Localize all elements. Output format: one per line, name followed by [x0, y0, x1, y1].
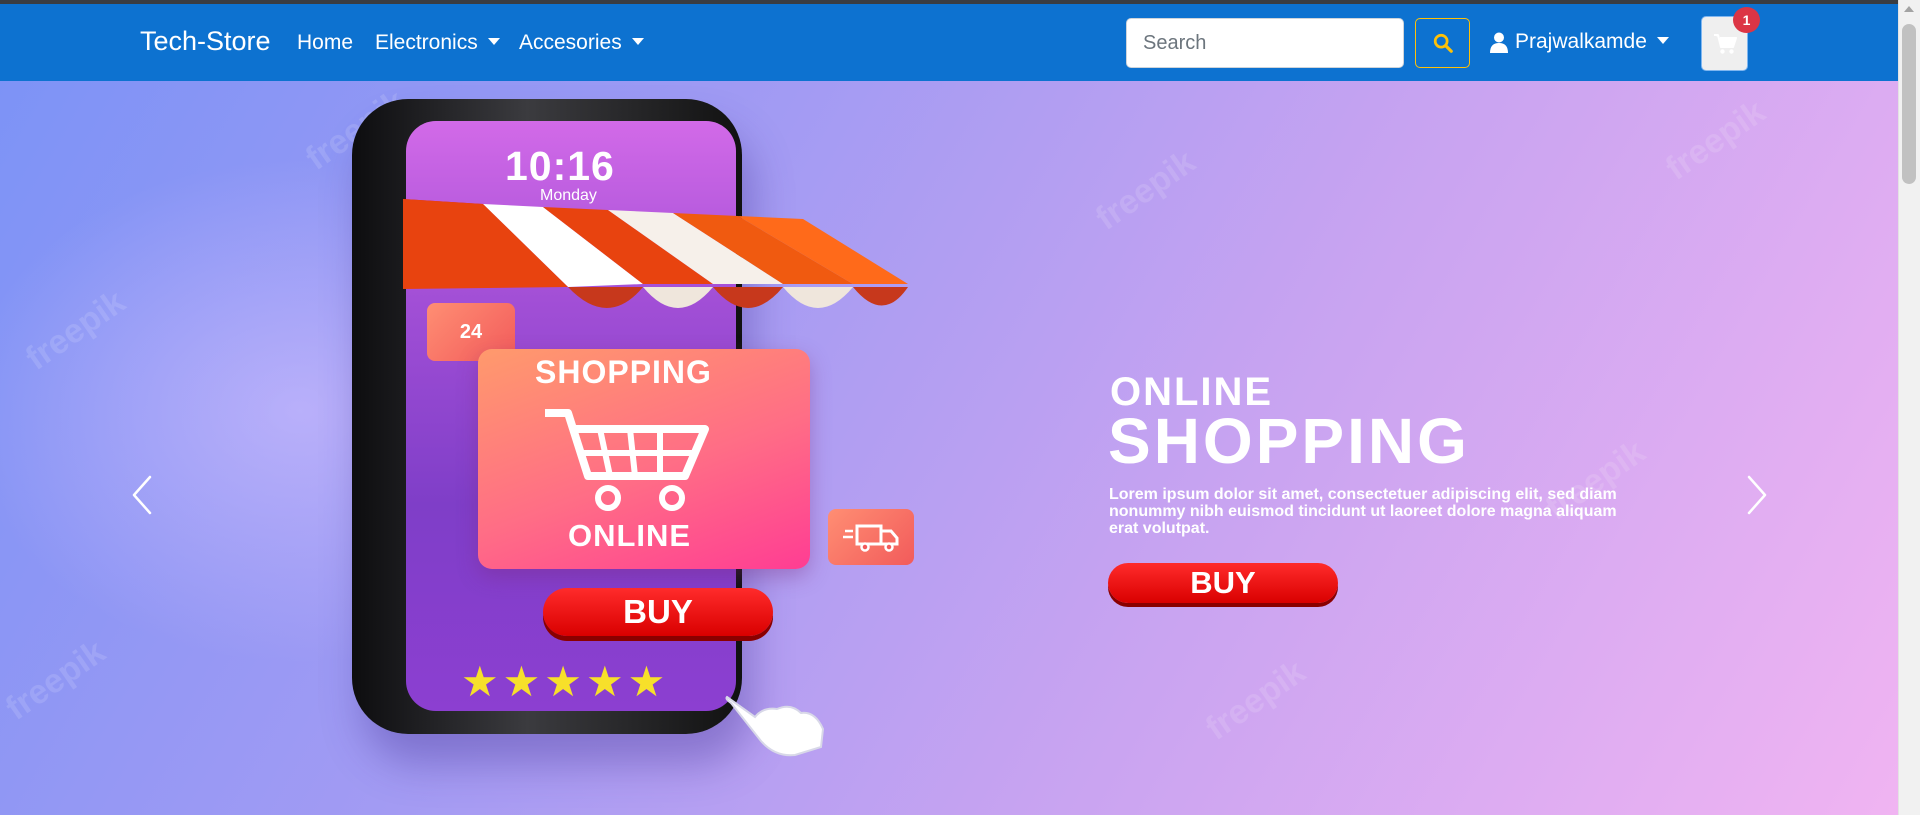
nav-electronics-label: Electronics — [375, 31, 478, 54]
cart-count-badge: 1 — [1733, 7, 1760, 33]
truck-icon — [843, 524, 899, 552]
search-button[interactable] — [1415, 18, 1470, 68]
caret-down-icon — [487, 37, 500, 45]
search-input[interactable] — [1126, 18, 1404, 68]
chevron-right-icon — [1747, 475, 1767, 515]
shopping-card-title: SHOPPING — [535, 354, 712, 390]
nav-home[interactable]: Home — [297, 31, 353, 55]
nav-home-label: Home — [297, 31, 354, 54]
watermark: freepik — [1658, 92, 1773, 188]
hero-carousel: freepik freepik freepik freepik freepik … — [0, 81, 1898, 815]
navbar: Tech-Store Home Electronics Accesories P… — [0, 4, 1920, 81]
watermark: freepik — [0, 632, 113, 728]
hero-title: SHOPPING — [1108, 405, 1470, 477]
nav-accesories-label: Accesories — [519, 31, 622, 54]
caret-down-icon — [1656, 36, 1669, 44]
delivery-badge — [828, 509, 914, 565]
carousel-next-button[interactable] — [1727, 465, 1787, 525]
24-hours-badge-label: 24 — [459, 320, 483, 343]
user-menu-dropdown[interactable]: Prajwalkamde — [1490, 30, 1669, 54]
caret-down-icon — [631, 37, 644, 45]
nav-electronics-dropdown[interactable]: Electronics — [375, 31, 500, 55]
watermark: freepik — [1198, 652, 1313, 748]
user-icon — [1490, 32, 1508, 53]
shopping-card-subtitle: ONLINE — [568, 518, 692, 553]
phone-buy-button: BUY — [543, 588, 773, 636]
brand-logo[interactable]: Tech-Store — [140, 26, 271, 57]
scroll-up-arrow-icon[interactable] — [1904, 6, 1914, 12]
user-name: Prajwalkamde — [1515, 30, 1647, 53]
cart-icon — [1713, 33, 1737, 54]
phone-clock: 10:16 — [505, 143, 615, 189]
rating-stars: ★★★★★ — [461, 658, 670, 705]
pointing-hand-icon — [725, 695, 825, 757]
nav-accesories-dropdown[interactable]: Accesories — [519, 31, 644, 55]
hero-description: Lorem ipsum dolor sit amet, consectetuer… — [1109, 486, 1617, 537]
chevron-left-icon — [132, 475, 152, 515]
watermark: freepik — [1088, 142, 1203, 238]
carousel-prev-button[interactable] — [112, 465, 172, 525]
search-icon — [1433, 33, 1453, 53]
hero-buy-button: BUY — [1108, 563, 1338, 603]
scrollbar-thumb[interactable] — [1902, 24, 1916, 184]
watermark: freepik — [18, 282, 133, 378]
shopping-cart-icon — [545, 409, 709, 511]
